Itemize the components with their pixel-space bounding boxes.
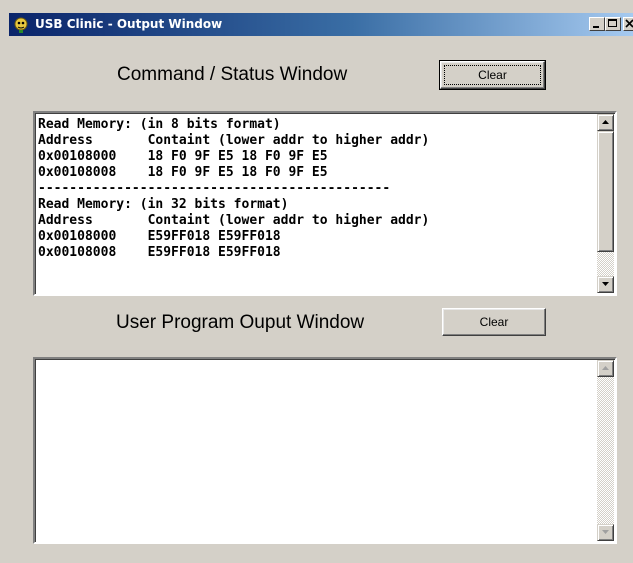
usb-clinic-app-icon: [14, 17, 28, 33]
scroll-thumb[interactable]: [597, 131, 614, 252]
output-line: 0x00108008 E59FF018 E59FF018: [38, 245, 281, 260]
scroll-up-button[interactable]: [597, 360, 614, 377]
output-line: Read Memory: (in 8 bits format): [38, 117, 281, 132]
output-line: 0x00108000 E59FF018 E59FF018: [38, 229, 281, 244]
clear-user-program-button[interactable]: Clear: [442, 308, 546, 336]
maximize-button[interactable]: [605, 17, 621, 31]
arrow-down-icon: [602, 282, 609, 286]
output-line: Address Containt (lower addr to higher a…: [38, 213, 430, 228]
command-status-heading: Command / Status Window: [117, 64, 348, 85]
output-line: Read Memory: (in 32 bits format): [38, 197, 289, 212]
output-line: ----------------------------------------…: [38, 181, 391, 196]
command-status-textbox[interactable]: Read Memory: (in 8 bits format) Address C…: [33, 111, 617, 296]
command-status-content: Read Memory: (in 8 bits format) Address C…: [38, 117, 429, 261]
scroll-up-button[interactable]: [597, 114, 614, 131]
clear-user-program-label: Clear: [479, 315, 509, 329]
scroll-down-button[interactable]: [597, 524, 614, 541]
maximize-icon: [608, 19, 617, 27]
scroll-down-button[interactable]: [597, 276, 614, 293]
minimize-icon: [593, 26, 599, 28]
user-program-output-textbox[interactable]: [33, 357, 617, 544]
command-status-scrollbar[interactable]: [597, 114, 614, 293]
close-button[interactable]: [623, 17, 633, 31]
clear-command-status-button[interactable]: Clear: [439, 60, 546, 90]
close-icon: [625, 19, 633, 28]
output-line: 0x00108000 18 F0 9F E5 18 F0 9F E5: [38, 149, 328, 164]
output-line: 0x00108008 18 F0 9F E5 18 F0 9F E5: [38, 165, 328, 180]
window-title: USB Clinic - Output Window: [35, 17, 223, 31]
clear-command-status-label: Clear: [478, 68, 507, 82]
user-program-scrollbar[interactable]: [597, 360, 614, 541]
user-program-heading: User Program Ouput Window: [116, 312, 365, 333]
arrow-up-icon: [602, 366, 609, 370]
minimize-button[interactable]: [589, 17, 605, 31]
arrow-down-icon: [602, 530, 609, 534]
output-line: Address Containt (lower addr to higher a…: [38, 133, 430, 148]
arrow-up-icon: [602, 120, 609, 124]
title-bar[interactable]: USB Clinic - Output Window: [9, 13, 633, 36]
